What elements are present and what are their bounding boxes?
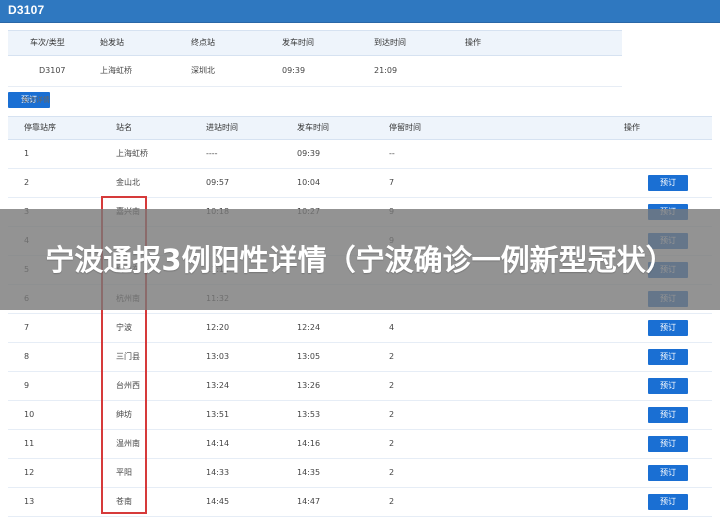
stop-depart-time: 13:26 bbox=[297, 381, 321, 390]
summary-depart-time: 09:39 bbox=[282, 66, 306, 75]
stop-stay-time: 2 bbox=[389, 410, 395, 419]
col-header-action: 操作 bbox=[465, 38, 481, 47]
summary-table-header: 车次/类型 始发站 终点站 发车时间 到达时间 操作 bbox=[8, 30, 622, 56]
stops-table: 停靠站序 站名 进站时间 发车时间 停留时间 操作 1 上海虹桥 ---- 09:39… bbox=[8, 116, 712, 517]
stop-depart-time: 14:35 bbox=[297, 468, 321, 477]
table-row: 10 绅坊 13:51 13:53 2 预订 bbox=[8, 401, 712, 430]
stop-arrive-time: 09:57 bbox=[206, 178, 230, 187]
book-button[interactable]: 预订 bbox=[648, 407, 688, 423]
stop-stay-time: 2 bbox=[389, 352, 395, 361]
summary-train-code: D3107 bbox=[39, 66, 66, 75]
stop-station: 温州南 bbox=[116, 439, 140, 448]
section-title: 车次详情 bbox=[22, 96, 50, 104]
col-header-station: 站名 bbox=[116, 123, 132, 132]
train-title-bar: D3107 bbox=[0, 0, 720, 23]
stop-stay-time: 4 bbox=[389, 323, 395, 332]
stop-station: 绅坊 bbox=[116, 410, 132, 419]
stops-table-header: 停靠站序 站名 进站时间 发车时间 停留时间 操作 bbox=[8, 116, 712, 140]
headline-overlay: 宁波通报3例阳性详情（宁波确诊一例新型冠状） bbox=[0, 209, 720, 310]
stop-stay-time: 2 bbox=[389, 439, 395, 448]
col-header-depart-time: 发车时间 bbox=[282, 38, 314, 47]
stop-station: 苍南 bbox=[116, 497, 132, 506]
train-code: D3107 bbox=[8, 3, 45, 17]
col-header-action: 操作 bbox=[624, 123, 640, 132]
stop-stay-time: -- bbox=[389, 149, 395, 158]
table-row: 13 苍南 14:45 14:47 2 预订 bbox=[8, 488, 712, 517]
table-row: 8 三门县 13:03 13:05 2 预订 bbox=[8, 343, 712, 372]
col-header-depart: 发车时间 bbox=[297, 123, 329, 132]
table-row: 12 平阳 14:33 14:35 2 预订 bbox=[8, 459, 712, 488]
stop-depart-time: 14:16 bbox=[297, 439, 321, 448]
stop-station: 宁波 bbox=[116, 323, 132, 332]
stop-arrive-time: 14:45 bbox=[206, 497, 230, 506]
stop-depart-time: 13:05 bbox=[297, 352, 321, 361]
stop-arrive-time: 13:03 bbox=[206, 352, 230, 361]
stop-depart-time: 09:39 bbox=[297, 149, 321, 158]
stop-arrive-time: ---- bbox=[206, 149, 218, 158]
summary-table: 车次/类型 始发站 终点站 发车时间 到达时间 操作 D3107 上海虹桥 深圳… bbox=[8, 30, 622, 108]
stop-station: 上海虹桥 bbox=[116, 149, 148, 158]
stops-table-body: 1上海虹桥----09:39--2金山北09:5710:047预订3嘉兴南10:… bbox=[8, 140, 712, 517]
stop-depart-time: 10:04 bbox=[297, 178, 321, 187]
stop-seq: 8 bbox=[24, 352, 30, 361]
col-header-arrive-time: 到达时间 bbox=[374, 38, 406, 47]
screenshot-page: D3107 车次/类型 始发站 终点站 发车时间 到达时间 操作 D3107 上… bbox=[0, 0, 720, 521]
stop-depart-time: 14:47 bbox=[297, 497, 321, 506]
table-row: 7 宁波 12:20 12:24 4 预订 bbox=[8, 314, 712, 343]
table-row: 2 金山北 09:57 10:04 7 预订 bbox=[8, 169, 712, 198]
col-header-origin: 始发站 bbox=[100, 38, 124, 47]
book-button[interactable]: 预订 bbox=[648, 378, 688, 394]
book-button[interactable]: 预订 bbox=[648, 436, 688, 452]
stop-seq: 10 bbox=[24, 410, 35, 419]
stop-stay-time: 7 bbox=[389, 178, 395, 187]
stop-arrive-time: 14:33 bbox=[206, 468, 230, 477]
stop-depart-time: 13:53 bbox=[297, 410, 321, 419]
book-button[interactable]: 预订 bbox=[648, 320, 688, 336]
book-button[interactable]: 预订 bbox=[648, 349, 688, 365]
stop-station: 金山北 bbox=[116, 178, 140, 187]
table-row: 9 台州西 13:24 13:26 2 预订 bbox=[8, 372, 712, 401]
headline-text: 宁波通报3例阳性详情（宁波确诊一例新型冠状） bbox=[45, 242, 675, 277]
col-header-train-type: 车次/类型 bbox=[30, 38, 65, 47]
stop-stay-time: 2 bbox=[389, 497, 395, 506]
stop-stay-time: 2 bbox=[389, 468, 395, 477]
stop-seq: 2 bbox=[24, 178, 30, 187]
stop-station: 平阳 bbox=[116, 468, 132, 477]
stop-depart-time: 12:24 bbox=[297, 323, 321, 332]
stop-seq: 9 bbox=[24, 381, 30, 390]
stop-seq: 12 bbox=[24, 468, 35, 477]
summary-origin: 上海虹桥 bbox=[100, 66, 132, 75]
col-header-arrive: 进站时间 bbox=[206, 123, 238, 132]
stop-seq: 11 bbox=[24, 439, 35, 448]
col-header-destination: 终点站 bbox=[191, 38, 215, 47]
book-button[interactable]: 预订 bbox=[648, 175, 688, 191]
table-row: 1 上海虹桥 ---- 09:39 -- bbox=[8, 140, 712, 169]
table-row: 11 温州南 14:14 14:16 2 预订 bbox=[8, 430, 712, 459]
book-button[interactable]: 预订 bbox=[648, 465, 688, 481]
col-header-stay: 停留时间 bbox=[389, 123, 421, 132]
stop-arrive-time: 13:24 bbox=[206, 381, 230, 390]
stop-seq: 7 bbox=[24, 323, 30, 332]
summary-table-row: D3107 上海虹桥 深圳北 09:39 21:09 bbox=[8, 56, 622, 87]
summary-arrive-time: 21:09 bbox=[374, 66, 398, 75]
stop-station: 台州西 bbox=[116, 381, 140, 390]
book-button[interactable]: 预订 bbox=[648, 494, 688, 510]
stop-seq: 13 bbox=[24, 497, 35, 506]
col-header-seq: 停靠站序 bbox=[24, 123, 56, 132]
stop-arrive-time: 13:51 bbox=[206, 410, 230, 419]
stop-seq: 1 bbox=[24, 149, 30, 158]
stop-arrive-time: 14:14 bbox=[206, 439, 230, 448]
stop-arrive-time: 12:20 bbox=[206, 323, 230, 332]
stop-stay-time: 2 bbox=[389, 381, 395, 390]
summary-destination: 深圳北 bbox=[191, 66, 215, 75]
stop-station: 三门县 bbox=[116, 352, 140, 361]
